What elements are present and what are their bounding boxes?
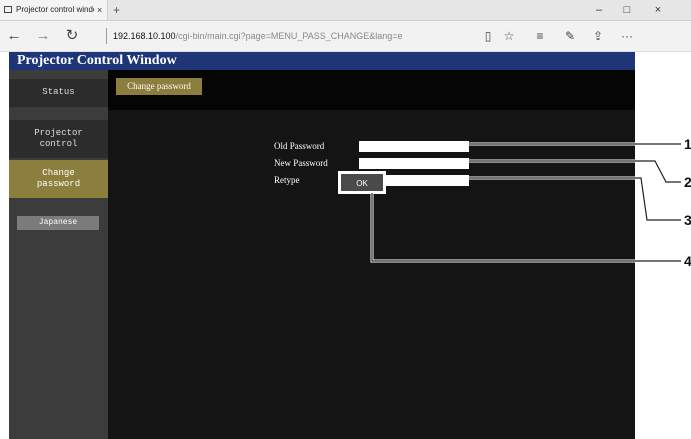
callout-number: 1	[684, 136, 691, 152]
callout-number: 3	[684, 212, 691, 228]
callout-number: 2	[684, 174, 691, 190]
callout-number: 4	[684, 253, 691, 269]
callout-lines	[370, 142, 681, 263]
